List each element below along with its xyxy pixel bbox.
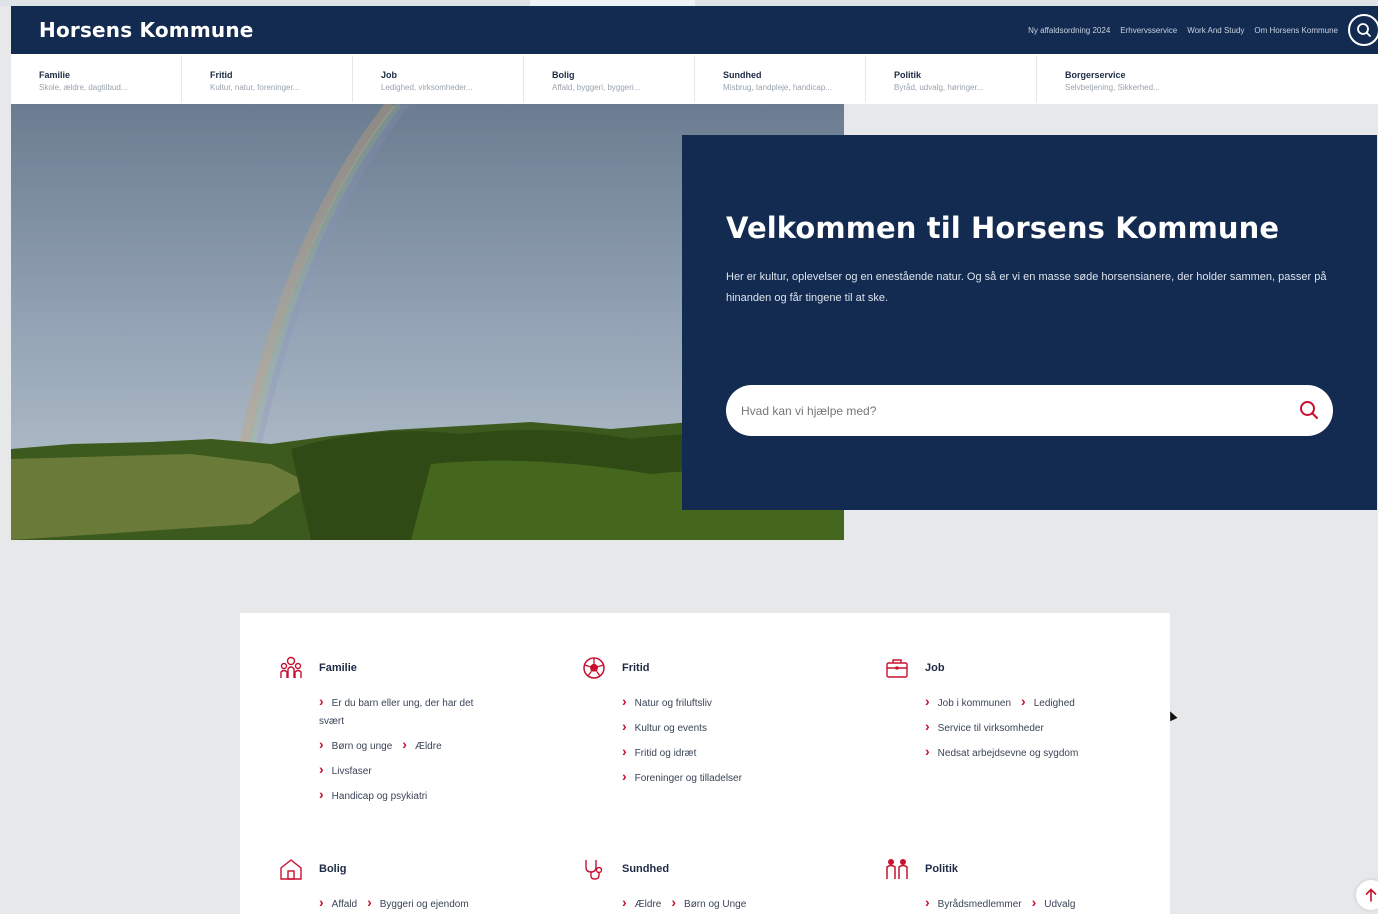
- welcome-panel: Velkommen til Horsens Kommune Her er kul…: [682, 135, 1377, 510]
- category-fritid: Fritid Natur og friluftsliv Kultur og ev…: [581, 656, 841, 790]
- nav-subtitle: Skole, ældre, dagtilbud...: [39, 83, 128, 92]
- header-search-button[interactable]: [1348, 14, 1378, 46]
- stethoscope-icon: [585, 860, 603, 880]
- nav-subtitle: Kultur, natur, foreninger...: [210, 83, 300, 92]
- category-title[interactable]: Job: [925, 662, 945, 674]
- category-link[interactable]: Er du barn eller ung, der har det svært: [319, 690, 499, 731]
- category-sundhed: Sundhed Ældre Børn og Unge: [581, 857, 841, 914]
- nav-subtitle: Misbrug, tandpleje, handicap...: [723, 83, 832, 92]
- category-title[interactable]: Politik: [925, 863, 958, 875]
- search-icon[interactable]: [1299, 400, 1319, 420]
- category-link[interactable]: Job i kommunen: [925, 690, 1011, 715]
- category-politik: Politik Byrådsmedlemmer Udvalg: [884, 857, 1144, 914]
- nav-title: Job: [381, 70, 398, 80]
- site-logo[interactable]: Horsens Kommune: [39, 18, 254, 42]
- football-icon: [583, 657, 605, 679]
- category-link[interactable]: Børn og unge: [319, 733, 393, 758]
- site-header: Horsens Kommune Ny affaldsordning 2024 E…: [11, 6, 1378, 54]
- nav-item-fritid[interactable]: Fritid Kultur, natur, foreninger...: [182, 56, 353, 102]
- top-link-om[interactable]: Om Horsens Kommune: [1254, 26, 1338, 35]
- category-link[interactable]: Service til virksomheder: [925, 715, 1044, 740]
- search-input[interactable]: [741, 403, 1281, 418]
- categories-panel: Familie Er du barn eller ung, der har de…: [240, 613, 1170, 914]
- category-link[interactable]: Nedsat arbejdsevne og sygdom: [925, 740, 1079, 765]
- nav-item-bolig[interactable]: Bolig Affald, byggeri, byggeri...: [524, 56, 695, 102]
- nav-item-borgerservice[interactable]: Borgerservice Selvbetjening, Sikkerhed...: [1037, 56, 1378, 102]
- category-link[interactable]: Natur og friluftsliv: [622, 690, 712, 715]
- family-icon: [280, 656, 302, 678]
- category-link[interactable]: Byggeri og ejendom: [367, 891, 469, 914]
- nav-item-familie[interactable]: Familie Skole, ældre, dagtilbud...: [11, 56, 182, 102]
- nav-title: Sundhed: [723, 70, 762, 80]
- welcome-title: Velkommen til Horsens Kommune: [726, 211, 1280, 245]
- nav-subtitle: Byråd, udvalg, høringer...: [894, 83, 984, 92]
- category-link[interactable]: Byrådsmedlemmer: [925, 891, 1022, 914]
- main-navigation: Familie Skole, ældre, dagtilbud... Fritid…: [11, 54, 1378, 104]
- top-link-work-study[interactable]: Work And Study: [1187, 26, 1244, 35]
- category-link[interactable]: Ældre: [622, 891, 662, 914]
- category-title[interactable]: Bolig: [319, 863, 347, 875]
- nav-title: Fritid: [210, 70, 233, 80]
- briefcase-icon: [886, 659, 908, 678]
- category-link[interactable]: Børn og Unge: [671, 891, 746, 914]
- category-link[interactable]: Affald: [319, 891, 357, 914]
- category-job: Job Job i kommunen Ledighed Service til v…: [884, 656, 1144, 765]
- nav-subtitle: Selvbetjening, Sikkerhed...: [1065, 83, 1160, 92]
- category-title[interactable]: Fritid: [622, 662, 650, 674]
- nav-subtitle: Ledighed, virksomheder...: [381, 83, 473, 92]
- nav-title: Bolig: [552, 70, 575, 80]
- nav-item-job[interactable]: Job Ledighed, virksomheder...: [353, 56, 524, 102]
- scroll-to-top-button[interactable]: [1356, 880, 1378, 910]
- category-link[interactable]: Fritid og idræt: [622, 740, 697, 765]
- category-title[interactable]: Sundhed: [622, 863, 669, 875]
- nav-subtitle: Affald, byggeri, byggeri...: [552, 83, 641, 92]
- search-icon: [1357, 23, 1371, 37]
- category-link[interactable]: Ældre: [402, 733, 442, 758]
- top-links: Ny affaldsordning 2024 Erhvervsservice W…: [1028, 6, 1338, 54]
- category-link[interactable]: Foreninger og tilladelser: [622, 765, 742, 790]
- welcome-text: Her er kultur, oplevelser og en eneståen…: [726, 271, 1327, 304]
- top-link-affald[interactable]: Ny affaldsordning 2024: [1028, 26, 1110, 35]
- category-bolig: Bolig Affald Byggeri og ejendom: [278, 857, 538, 914]
- category-familie: Familie Er du barn eller ung, der har de…: [278, 656, 538, 808]
- category-link[interactable]: Livsfaser: [319, 758, 372, 783]
- nav-title: Borgerservice: [1065, 70, 1126, 80]
- nav-item-politik[interactable]: Politik Byråd, udvalg, høringer...: [866, 56, 1037, 102]
- main-search: [726, 385, 1333, 436]
- category-link[interactable]: Handicap og psykiatri: [319, 783, 428, 808]
- top-link-erhverv[interactable]: Erhvervsservice: [1120, 26, 1177, 35]
- nav-item-sundhed[interactable]: Sundhed Misbrug, tandpleje, handicap...: [695, 56, 866, 102]
- house-icon: [280, 859, 302, 880]
- category-title[interactable]: Familie: [319, 662, 357, 674]
- people-icon: [886, 859, 908, 879]
- category-link[interactable]: Ledighed: [1021, 690, 1075, 715]
- category-link[interactable]: Udvalg: [1032, 891, 1075, 914]
- nav-title: Politik: [894, 70, 922, 80]
- category-link[interactable]: Kultur og events: [622, 715, 707, 740]
- nav-title: Familie: [39, 70, 71, 80]
- arrow-up-icon: [1365, 888, 1377, 902]
